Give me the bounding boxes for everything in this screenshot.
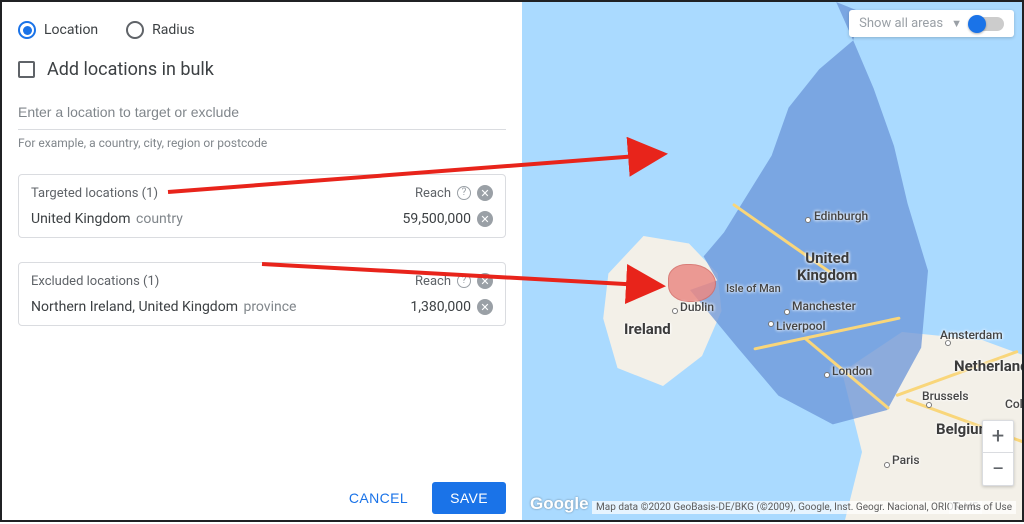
mode-radio-group: Location Radius [18, 12, 506, 48]
radio-radius[interactable]: Radius [126, 21, 195, 39]
label-manchester: Manchester [792, 299, 856, 313]
remove-row-icon[interactable]: ✕ [477, 211, 493, 227]
excluded-header: Excluded locations (1) [31, 274, 159, 289]
label-brussels: Brussels [922, 389, 969, 403]
city-dot [672, 308, 678, 314]
label-dublin: Dublin [680, 300, 714, 314]
radio-location[interactable]: Location [18, 21, 98, 39]
reach-label: Reach [415, 186, 451, 201]
label-paris: Paris [892, 453, 920, 467]
label-edinburgh: Edinburgh [814, 209, 868, 223]
label-london: London [832, 364, 872, 378]
label-united-kingdom: UnitedKingdom [797, 250, 857, 283]
show-all-areas-control[interactable]: Show all areas ▼ [849, 10, 1014, 37]
location-type: province [243, 299, 296, 315]
zoom-control: + − [982, 420, 1014, 486]
city-dot [884, 462, 890, 468]
clear-all-icon[interactable]: ✕ [477, 185, 493, 201]
location-name: United Kingdom [31, 211, 131, 227]
help-icon[interactable]: ? [457, 274, 471, 288]
label-liverpool: Liverpool [776, 319, 826, 333]
help-icon[interactable]: ? [457, 186, 471, 200]
table-row: United Kingdom country 59,500,000 ✕ [19, 207, 505, 237]
checkbox-icon[interactable] [18, 61, 35, 78]
show-all-toggle[interactable] [970, 17, 1004, 31]
label-ireland: Ireland [624, 320, 671, 338]
targeted-locations-card: Targeted locations (1) Reach ? ✕ United … [18, 174, 506, 238]
table-row: Northern Ireland, United Kingdom provinc… [19, 295, 505, 325]
bulk-add-option[interactable]: Add locations in bulk [18, 48, 506, 90]
toggle-knob [968, 15, 986, 33]
location-cell: United Kingdom country [31, 211, 183, 227]
show-all-areas-label: Show all areas [859, 16, 943, 31]
location-cell: Northern Ireland, United Kingdom provinc… [31, 299, 296, 315]
city-dot [805, 217, 811, 223]
city-dot [824, 372, 830, 378]
remove-row-icon[interactable]: ✕ [477, 299, 493, 315]
radio-dot-icon [126, 21, 144, 39]
label-netherlands: Netherlands [954, 357, 1022, 375]
chevron-down-icon: ▼ [951, 17, 962, 30]
radio-radius-label: Radius [152, 22, 195, 38]
radio-location-label: Location [44, 22, 98, 38]
location-input-wrapper [18, 94, 506, 130]
reach-value: 59,500,000 [403, 211, 471, 227]
google-logo: Google [530, 494, 589, 514]
targeted-header: Targeted locations (1) [31, 186, 158, 201]
zoom-out-button[interactable]: − [983, 453, 1013, 485]
label-amsterdam: Amsterdam [940, 328, 1003, 342]
bulk-add-label: Add locations in bulk [47, 59, 214, 80]
label-isle-of-man: Isle of Man [726, 282, 781, 295]
cancel-button[interactable]: CANCEL [335, 482, 422, 514]
zoom-in-button[interactable]: + [983, 421, 1013, 453]
city-dot [768, 321, 774, 327]
location-type: country [136, 211, 183, 227]
clear-all-icon[interactable]: ✕ [477, 273, 493, 289]
map-attribution: Map data ©2020 GeoBasis-DE/BKG (©2009), … [592, 501, 982, 514]
location-targeting-dialog: Location Radius Add locations in bulk Fo… [0, 0, 1024, 522]
input-hint: For example, a country, city, region or … [18, 136, 506, 150]
location-name: Northern Ireland, United Kingdom [31, 299, 238, 315]
city-dot [784, 309, 790, 315]
reach-value: 1,380,000 [410, 299, 471, 315]
radio-dot-icon [18, 21, 36, 39]
location-input[interactable] [18, 104, 506, 120]
exclude-overlay-ni [668, 264, 716, 302]
terms-link[interactable]: Terms of Use [949, 501, 1016, 514]
map-panel[interactable]: UnitedKingdom Ireland Netherlands Belgiu… [522, 2, 1022, 520]
dialog-footer: CANCEL SAVE [335, 482, 506, 514]
excluded-locations-card: Excluded locations (1) Reach ? ✕ Norther… [18, 262, 506, 326]
save-button[interactable]: SAVE [432, 482, 506, 514]
settings-panel: Location Radius Add locations in bulk Fo… [2, 2, 522, 520]
label-cologne: Cologne [1005, 397, 1022, 411]
reach-label: Reach [415, 274, 451, 289]
